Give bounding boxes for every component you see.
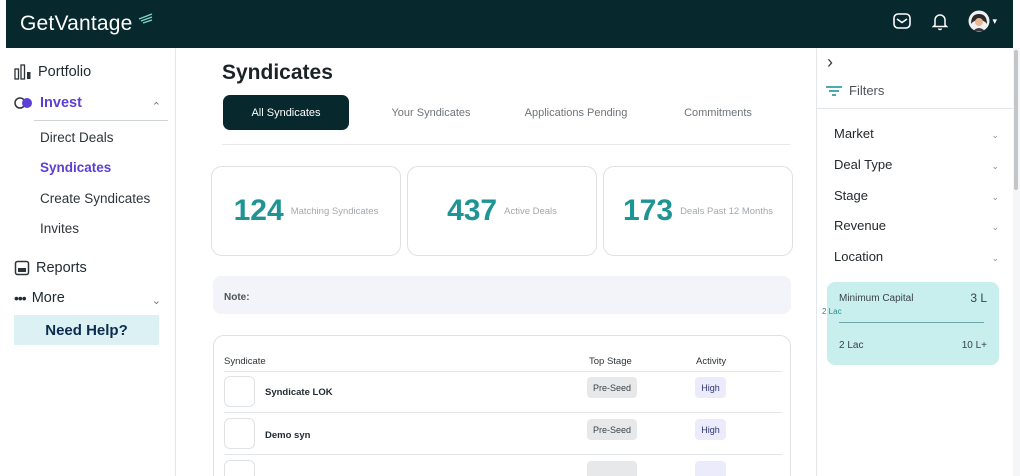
more-dots-icon: •••: [14, 290, 27, 306]
brand-logo[interactable]: GetVantage: [20, 12, 153, 36]
sidebar: Portfolio Invest ⌃ Direct Deals Syndicat…: [6, 48, 176, 476]
stat-caption: Deals Past 12 Months: [680, 205, 773, 217]
divider: [224, 454, 782, 455]
filter-market[interactable]: Market ⌄: [834, 126, 999, 141]
note-box: Note:: [213, 276, 791, 314]
filter-label: Market: [834, 126, 874, 141]
need-help-button[interactable]: Need Help?: [14, 315, 159, 345]
divider: [224, 371, 782, 372]
bell-icon[interactable]: [930, 11, 950, 31]
divider: [34, 120, 168, 121]
column-header-activity: Activity: [696, 356, 727, 367]
filter-label: Deal Type: [834, 157, 893, 172]
sidebar-item-portfolio[interactable]: Portfolio: [14, 64, 91, 80]
avatar[interactable]: ▾: [968, 10, 997, 32]
brand-name: GetVantage: [20, 12, 133, 35]
activity-badge: High: [695, 419, 726, 440]
sidebar-item-direct-deals[interactable]: Direct Deals: [40, 130, 114, 145]
divider: [222, 144, 790, 145]
chevron-down-icon: ⌄: [991, 130, 999, 140]
logo-lines-icon: [138, 13, 152, 24]
stat-value: 173: [623, 194, 674, 227]
chevron-down-icon: ⌄: [991, 222, 999, 232]
sidebar-item-label: Invest: [40, 95, 82, 111]
sidebar-item-label: Portfolio: [38, 64, 92, 80]
note-label: Note:: [224, 292, 250, 303]
stat-caption: Active Deals: [504, 205, 557, 217]
chevron-down-icon: ⌄: [991, 192, 999, 202]
sidebar-item-syndicates[interactable]: Syndicates: [40, 160, 111, 175]
chevron-down-icon[interactable]: ⌄: [152, 294, 161, 307]
capital-title: Minimum Capital: [839, 293, 914, 304]
syndicate-logo: [224, 376, 255, 407]
filters-panel: › Filters Market ⌄ Deal Type ⌄ Stage ⌄ R…: [816, 48, 1014, 476]
stat-caption: Matching Syndicates: [290, 205, 379, 217]
mail-icon[interactable]: [892, 11, 912, 31]
chevron-right-icon[interactable]: ›: [827, 52, 833, 73]
chevron-down-icon: ⌄: [991, 161, 999, 171]
filter-stage[interactable]: Stage ⌄: [834, 188, 999, 203]
tab-your-syndicates[interactable]: Your Syndicates: [381, 95, 481, 130]
syndicate-logo: [224, 418, 255, 449]
stat-card-deals-past-12-months: 173 Deals Past 12 Months: [603, 166, 793, 256]
filter-label: Revenue: [834, 218, 887, 233]
main-content: Syndicates All Syndicates Your Syndicate…: [176, 48, 816, 476]
filter-revenue[interactable]: Revenue ⌄: [834, 218, 999, 233]
filters-header[interactable]: Filters: [825, 83, 884, 98]
tab-all-syndicates[interactable]: All Syndicates: [223, 95, 349, 130]
stat-value: 437: [447, 194, 498, 227]
sidebar-item-more[interactable]: ••• More: [14, 290, 65, 306]
filter-location[interactable]: Location ⌄: [834, 249, 999, 264]
chevron-down-icon: ⌄: [991, 253, 999, 263]
divider: [817, 108, 1014, 109]
capital-slider-marker: 2 Lac: [822, 307, 842, 316]
stat-value: 124: [233, 194, 284, 227]
stage-badge: [587, 461, 637, 476]
stat-card-matching-syndicates: 124 Matching Syndicates: [211, 166, 401, 256]
filter-icon: [826, 85, 842, 96]
filters-title: Filters: [849, 83, 885, 98]
syndicate-logo: [224, 460, 255, 476]
filter-label: Location: [834, 249, 884, 264]
stat-card-active-deals: 437 Active Deals: [407, 166, 597, 256]
syndicates-table: Syndicate Top Stage Activity Syndicate L…: [213, 335, 791, 476]
reports-icon: [14, 260, 30, 276]
minimum-capital-filter: Minimum Capital 3 L 2 Lac 2 Lac 10 L+: [822, 282, 999, 365]
page-title: Syndicates: [222, 61, 333, 84]
stage-badge: Pre-Seed: [587, 419, 637, 440]
filter-label: Stage: [834, 188, 868, 203]
top-navbar: GetVantage ▾: [6, 0, 1013, 48]
syndicate-name[interactable]: Syndicate LOK: [265, 387, 333, 398]
sidebar-item-label: More: [31, 290, 65, 306]
column-header-top-stage: Top Stage: [589, 356, 632, 367]
filter-deal-type[interactable]: Deal Type ⌄: [834, 157, 999, 172]
divider: [224, 412, 782, 413]
capital-max-label: 10 L+: [961, 340, 987, 351]
chevron-down-icon: ▾: [992, 15, 997, 26]
sidebar-item-label: Reports: [36, 260, 87, 276]
activity-badge: [695, 461, 726, 476]
activity-badge: High: [695, 377, 726, 398]
capital-slider[interactable]: [839, 322, 984, 323]
tab-commitments[interactable]: Commitments: [673, 95, 763, 130]
sidebar-item-create-syndicates[interactable]: Create Syndicates: [40, 191, 150, 206]
stage-badge: Pre-Seed: [587, 377, 637, 398]
syndicate-name[interactable]: Demo syn: [265, 430, 310, 441]
capital-min-label: 2 Lac: [839, 340, 864, 351]
portfolio-icon: [14, 64, 31, 80]
column-header-syndicate: Syndicate: [224, 356, 266, 367]
sidebar-item-invest[interactable]: Invest: [14, 95, 82, 111]
scrollbar-thumb[interactable]: [1014, 50, 1018, 190]
tab-applications-pending[interactable]: Applications Pending: [516, 95, 636, 130]
capital-value: 3 L: [970, 291, 987, 305]
invest-icon: [14, 97, 32, 109]
sidebar-item-invites[interactable]: Invites: [40, 221, 79, 236]
chevron-up-icon[interactable]: ⌃: [152, 100, 161, 113]
sidebar-item-reports[interactable]: Reports: [14, 260, 87, 276]
